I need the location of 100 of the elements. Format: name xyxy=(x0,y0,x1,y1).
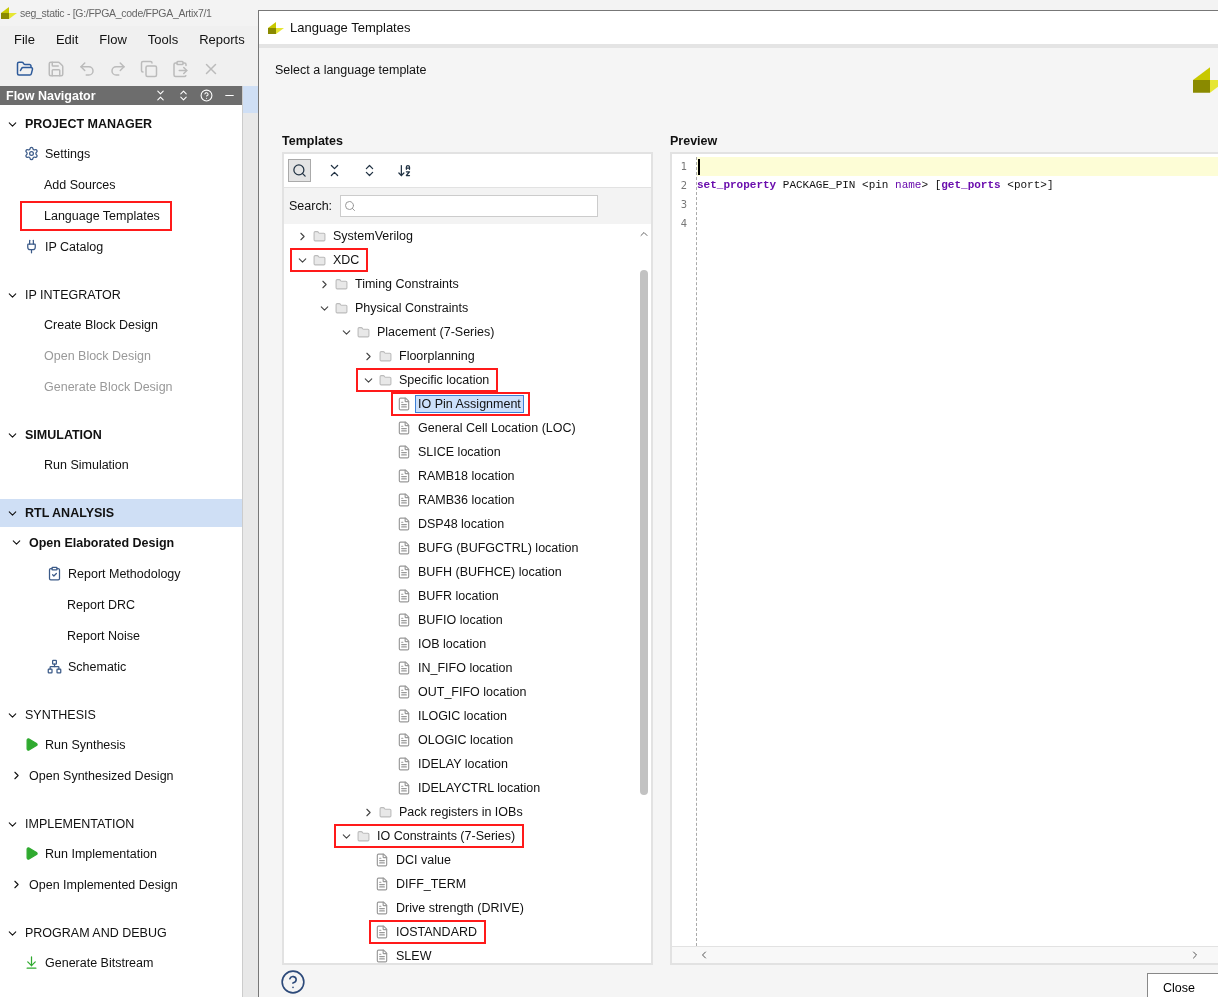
nav-row[interactable]: IP Catalog xyxy=(20,231,116,262)
tree-item-label[interactable]: DSP48 location xyxy=(415,515,508,533)
tree-row[interactable]: RAMB36 location xyxy=(391,488,524,512)
tree-row[interactable]: IDELAY location xyxy=(391,752,517,776)
tree-row[interactable]: ILOGIC location xyxy=(391,704,516,728)
search-field[interactable] xyxy=(340,195,599,217)
tree-row[interactable]: BUFR location xyxy=(391,584,508,608)
nav-row[interactable]: Open Elaborated Design xyxy=(6,527,187,558)
section-header[interactable]: PROGRAM AND DEBUG xyxy=(0,919,242,947)
tree-row[interactable]: SLICE location xyxy=(391,440,510,464)
menu-item[interactable]: Reports xyxy=(199,31,245,47)
tree-item-label[interactable]: SLEW xyxy=(393,947,435,963)
nav-row[interactable]: Open Synthesized Design xyxy=(6,760,186,791)
nav-row[interactable]: Schematic xyxy=(43,651,139,682)
tree-item-label[interactable]: Physical Constraints xyxy=(352,299,472,317)
folder-icon[interactable] xyxy=(16,60,34,78)
nav-row[interactable]: Generate Bitstream xyxy=(20,947,166,978)
highlight-frame[interactable]: XDC xyxy=(290,248,369,272)
close-button[interactable]: Close xyxy=(1147,973,1218,997)
section-header[interactable]: IMPLEMENTATION xyxy=(0,810,242,838)
tree-row[interactable]: SystemVerilog xyxy=(290,224,422,248)
highlight-frame[interactable]: Specific location xyxy=(356,368,499,392)
menu-item[interactable]: Tools xyxy=(147,31,179,47)
tree-item-label[interactable]: XDC xyxy=(330,251,363,269)
highlight-frame[interactable]: IO Pin Assignment xyxy=(391,392,530,416)
tree-item-label[interactable]: DIFF_TERM xyxy=(393,875,470,893)
tree-item-label[interactable]: BUFG (BUFGCTRL) location xyxy=(415,539,582,557)
tree-item-label[interactable]: SLICE location xyxy=(415,443,504,461)
clipboard-icon xyxy=(47,566,62,581)
line-number: 2 xyxy=(679,179,689,193)
tree-row[interactable]: OLOGIC location xyxy=(391,728,523,752)
menu-item[interactable]: File xyxy=(14,31,35,47)
tree-item-label[interactable]: BUFH (BUFHCE) location xyxy=(415,563,565,581)
tree-item-label[interactable]: OLOGIC location xyxy=(415,731,517,749)
nav-item-label: Run Implementation xyxy=(45,846,157,861)
tree-row[interactable]: Timing Constraints xyxy=(312,272,468,296)
tree-row[interactable]: SLEW xyxy=(369,944,441,963)
tree-item-label[interactable]: ILOGIC location xyxy=(415,707,510,725)
tree-row[interactable]: Pack registers in IOBs xyxy=(356,800,532,824)
nav-row[interactable]: Settings xyxy=(20,138,103,169)
tree-item-label[interactable]: IOSTANDARD xyxy=(393,923,481,941)
tree-item-label[interactable]: Timing Constraints xyxy=(352,275,462,293)
tree-item-label[interactable]: Specific location xyxy=(396,371,493,389)
section-header[interactable]: IP INTEGRATOR xyxy=(0,281,242,309)
tree-row[interactable]: Placement (7-Series) xyxy=(334,320,504,344)
highlight-frame[interactable]: IO Constraints (7-Series) xyxy=(334,824,525,848)
nav-row[interactable]: Run Simulation xyxy=(20,449,141,480)
tree-item-label[interactable]: Pack registers in IOBs xyxy=(396,803,526,821)
tree-row[interactable]: BUFG (BUFGCTRL) location xyxy=(391,536,588,560)
nav-row[interactable]: Report Noise xyxy=(43,620,152,651)
tree-item-label[interactable]: OUT_FIFO location xyxy=(415,683,530,701)
nav-row[interactable]: Report Methodology xyxy=(43,558,193,589)
tree-row[interactable]: Physical Constraints xyxy=(312,296,478,320)
tree-row[interactable]: Drive strength (DRIVE) xyxy=(369,896,533,920)
tree-item-label[interactable]: Placement (7-Series) xyxy=(374,323,498,341)
tree-row[interactable]: DCI value xyxy=(369,848,460,872)
section-header[interactable]: PROJECT MANAGER xyxy=(0,110,242,138)
folder-icon xyxy=(335,301,348,315)
tree-item-label[interactable]: RAMB36 location xyxy=(415,491,518,509)
tree-item-label[interactable]: IDELAYCTRL location xyxy=(415,779,544,797)
help-icon[interactable] xyxy=(280,969,306,995)
section-header[interactable]: RTL ANALYSIS xyxy=(0,499,242,527)
nav-row[interactable]: Add Sources xyxy=(20,169,128,200)
section-header[interactable]: SYNTHESIS xyxy=(0,701,242,729)
nav-row[interactable]: Run Implementation xyxy=(20,838,169,869)
tree-item-label[interactable]: Drive strength (DRIVE) xyxy=(393,899,527,917)
tree-row[interactable]: IDELAYCTRL location xyxy=(391,776,550,800)
section-header[interactable]: SIMULATION xyxy=(0,421,242,449)
menu-item[interactable]: Edit xyxy=(55,31,79,47)
tree-item-label[interactable]: BUFR location xyxy=(415,587,502,605)
tree-item-label[interactable]: SystemVerilog xyxy=(330,227,416,245)
tree-item-label[interactable]: Floorplanning xyxy=(396,347,478,365)
tree-item-label[interactable]: IO Pin Assignment xyxy=(415,395,524,413)
tree-row[interactable]: OUT_FIFO location xyxy=(391,680,536,704)
tree-item-label[interactable]: IOB location xyxy=(415,635,490,653)
nav-row[interactable]: Open Implemented Design xyxy=(6,869,190,900)
tree-row[interactable]: DSP48 location xyxy=(391,512,514,536)
tree-row[interactable]: Floorplanning xyxy=(356,344,484,368)
highlight-frame[interactable]: IOSTANDARD xyxy=(369,920,487,944)
nav-row[interactable]: Run Synthesis xyxy=(20,729,138,760)
tree-row[interactable]: DIFF_TERM xyxy=(369,872,476,896)
tree-row[interactable]: BUFH (BUFHCE) location xyxy=(391,560,571,584)
tree-item-label[interactable]: RAMB18 location xyxy=(415,467,518,485)
tree-item-label[interactable]: General Cell Location (LOC) xyxy=(415,419,579,437)
menu-item[interactable]: Flow xyxy=(99,31,127,47)
tree-row[interactable]: General Cell Location (LOC) xyxy=(391,416,585,440)
tree-row[interactable]: IN_FIFO location xyxy=(391,656,522,680)
nav-row[interactable]: Report DRC xyxy=(43,589,148,620)
tree-row[interactable]: BUFIO location xyxy=(391,608,512,632)
tree-row[interactable]: RAMB18 location xyxy=(391,464,524,488)
tree-item-label[interactable]: DCI value xyxy=(393,851,454,869)
file-icon xyxy=(397,517,411,531)
tree-row[interactable]: IOB location xyxy=(391,632,496,656)
file-icon xyxy=(397,493,411,507)
tree-item-label[interactable]: IDELAY location xyxy=(415,755,511,773)
tree-item-label[interactable]: IN_FIFO location xyxy=(415,659,516,677)
tree-item-label[interactable]: BUFIO location xyxy=(415,611,506,629)
nav-row[interactable]: Create Block Design xyxy=(20,309,170,340)
tree-item-label[interactable]: IO Constraints (7-Series) xyxy=(374,827,519,845)
highlight-frame[interactable]: Language Templates xyxy=(20,200,172,231)
